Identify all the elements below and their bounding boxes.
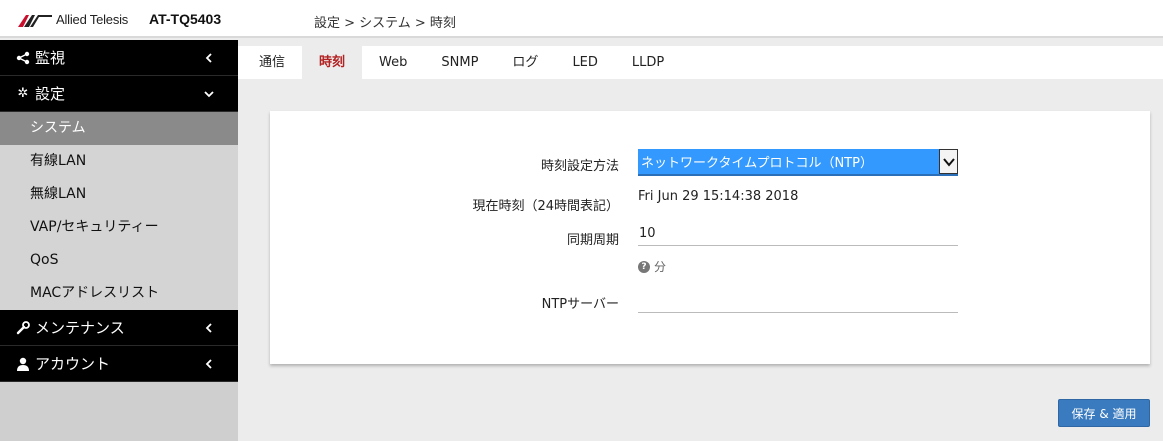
allied-telesis-logo: Allied Telesis [18, 12, 128, 27]
sidebar-item-vap-security[interactable]: VAP/セキュリティー [0, 211, 238, 244]
top-header: Allied Telesis AT-TQ5403 設定 > システム > 時刻 [0, 0, 1163, 38]
chevron-left-icon [205, 323, 212, 333]
sidebar-item-qos[interactable]: QoS [0, 244, 238, 277]
save-apply-button[interactable]: 保存 & 適用 [1058, 399, 1150, 427]
tab-web[interactable]: Web [362, 46, 424, 79]
sidebar-section-label: 監視 [35, 49, 66, 67]
sidebar-section-monitor[interactable]: 監視 [0, 40, 238, 76]
gear-icon: ✲ [17, 86, 29, 101]
sidebar-section-label: メンテナンス [35, 319, 125, 337]
time-method-label: 時刻設定方法 [540, 159, 619, 174]
tab-lldp[interactable]: LLDP [615, 46, 681, 79]
tab-time[interactable]: 時刻 [302, 46, 363, 79]
current-time-label: 現在時刻（24時間表記） [472, 199, 619, 214]
sidebar-item-wireless-lan[interactable]: 無線LAN [0, 178, 238, 211]
chevron-left-icon [205, 53, 212, 63]
sidebar-item-mac-address-list[interactable]: MACアドレスリスト [0, 277, 238, 310]
sidebar-item-system[interactable]: システム [0, 112, 238, 145]
sidebar-section-maintenance[interactable]: メンテナンス [0, 310, 238, 346]
sidebar-section-account[interactable]: アカウント [0, 346, 238, 382]
dropdown-arrow-icon[interactable] [939, 149, 958, 174]
tab-log[interactable]: ログ [495, 46, 555, 79]
logo-mark-icon [18, 14, 52, 27]
time-settings-card: 時刻設定方法 ネットワークタイムプロトコル（NTP） 現在時刻（24時間表記） … [270, 111, 1150, 364]
tab-led[interactable]: LED [555, 46, 614, 79]
share-icon [15, 51, 31, 65]
device-model: AT-TQ5403 [149, 11, 222, 27]
sidebar-item-wired-lan[interactable]: 有線LAN [0, 145, 238, 178]
brand-name: Allied Telesis [56, 12, 129, 27]
breadcrumb: 設定 > システム > 時刻 [314, 16, 456, 31]
ntp-server-input[interactable] [638, 289, 958, 313]
sidebar-section-label: 設定 [35, 85, 66, 103]
current-time-value: Fri Jun 29 15:14:38 2018 [638, 189, 799, 204]
sidebar-section-label: アカウント [35, 355, 111, 373]
sync-interval-label: 同期周期 [566, 233, 619, 248]
question-icon[interactable]: ? [638, 260, 650, 273]
tab-snmp[interactable]: SNMP [424, 46, 495, 79]
sync-unit-text: 分 [654, 260, 667, 274]
user-icon [15, 357, 31, 371]
sidebar-section-settings[interactable]: ✲ 設定 [0, 76, 238, 112]
chevron-left-icon [205, 359, 212, 369]
chevron-down-icon [204, 91, 214, 98]
tab-bar: 通信 時刻 Web SNMP ログ LED LLDP [238, 46, 1163, 79]
sync-interval-hint: ? 分 [638, 258, 666, 275]
tab-communication[interactable]: 通信 [238, 46, 302, 79]
sync-interval-input[interactable] [638, 222, 958, 246]
wrench-icon [15, 320, 31, 335]
time-method-value: ネットワークタイムプロトコル（NTP） [641, 156, 873, 171]
time-method-select[interactable]: ネットワークタイムプロトコル（NTP） [638, 149, 958, 176]
ntp-server-label: NTPサーバー [541, 297, 619, 312]
sidebar: 監視 ✲ 設定 システム 有線LAN 無線LAN VAP/セキュリティー QoS… [0, 40, 238, 441]
